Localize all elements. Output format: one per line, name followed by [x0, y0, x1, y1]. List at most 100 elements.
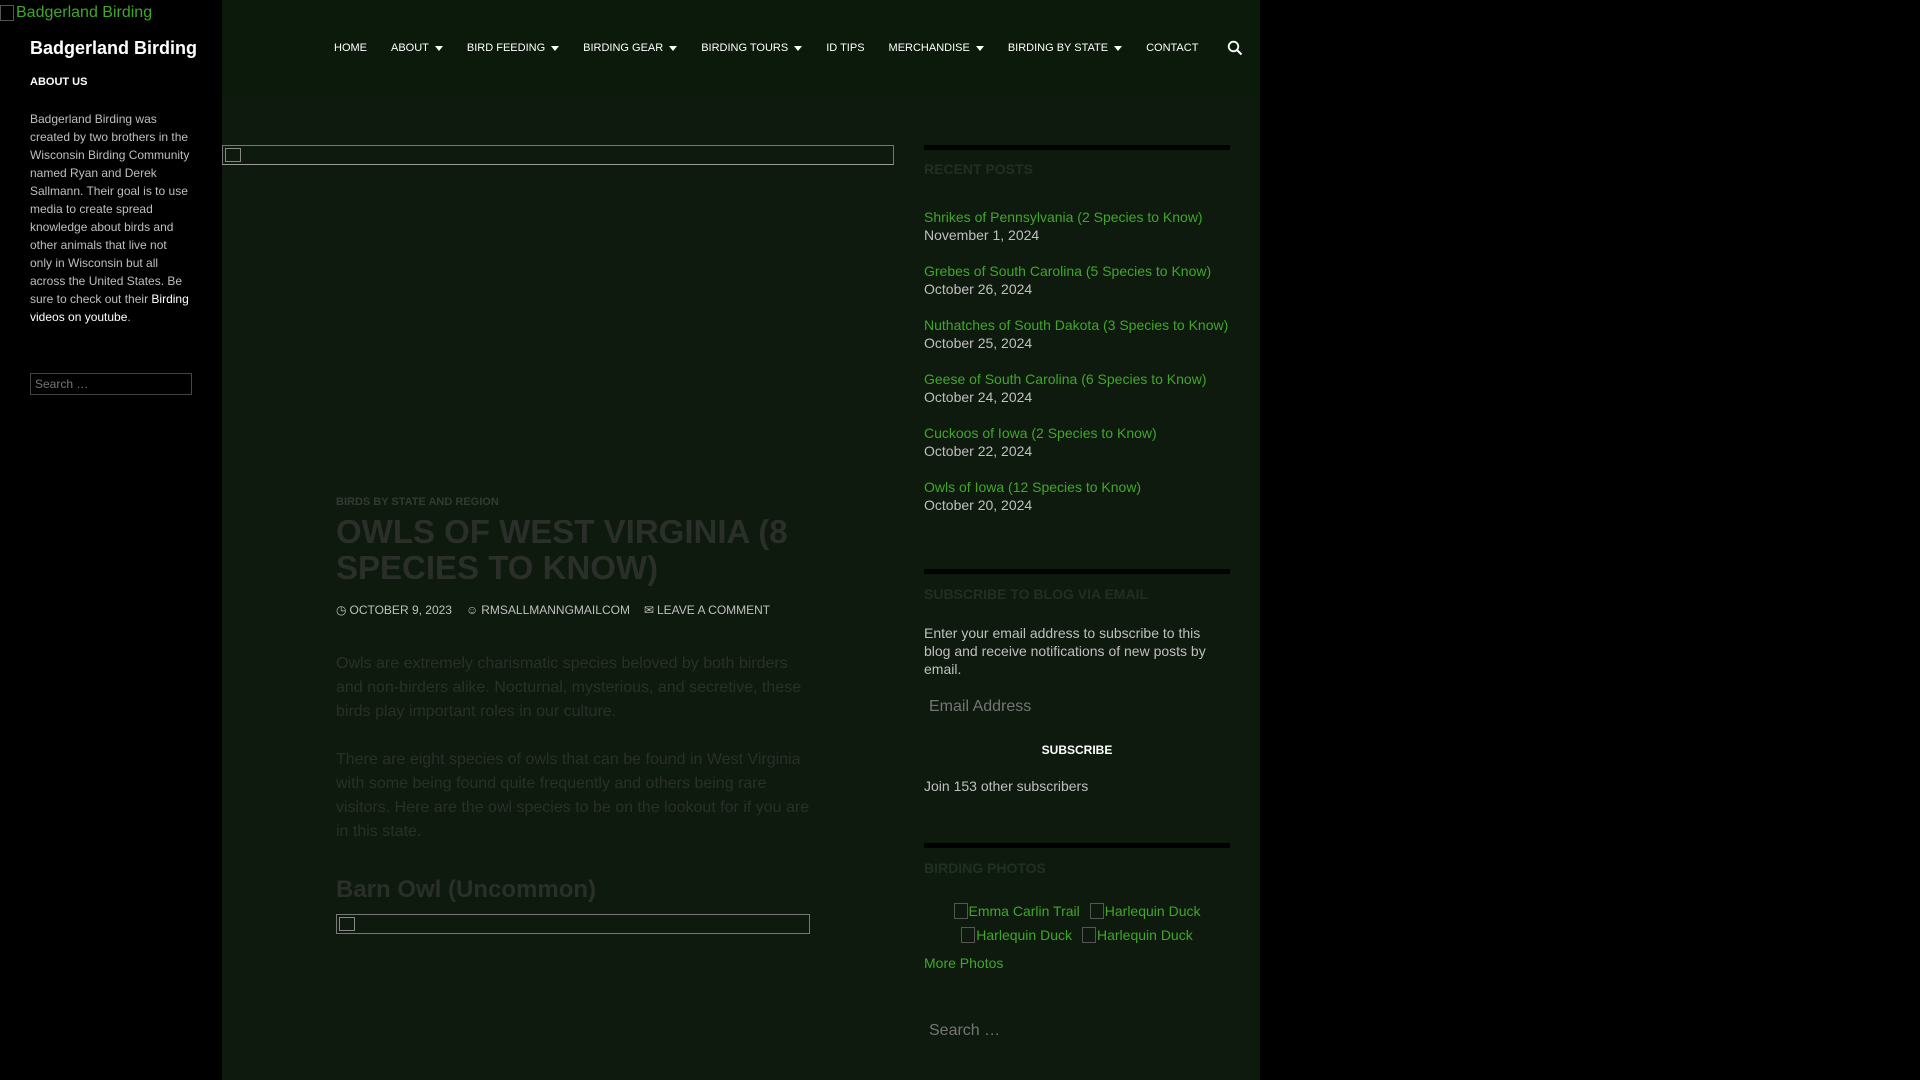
left-sidebar: Badgerland Birding Badgerland Birding AB…	[0, 0, 222, 1080]
broken-image-icon	[0, 5, 14, 21]
nav-item-contact[interactable]: CONTACT	[1146, 42, 1198, 54]
site-title[interactable]: Badgerland Birding	[30, 38, 197, 59]
photo-alt: Harlequin Duck	[1097, 927, 1193, 943]
list-item: Nuthatches of South Dakota (3 Species to…	[924, 316, 1244, 352]
photo-thumbnail[interactable]: Emma Carlin Trail	[953, 903, 1080, 919]
photo-gallery: Emma Carlin Trail Harlequin Duck Harlequ…	[924, 903, 1230, 951]
photo-thumbnail[interactable]: Harlequin Duck	[1082, 927, 1193, 943]
about-text: Badgerland Birding was created by two br…	[30, 110, 190, 326]
recent-posts-heading: RECENT POSTS	[924, 161, 1033, 177]
nav-label: HOME	[334, 42, 367, 54]
nav-label: BIRDING BY STATE	[1007, 42, 1109, 54]
recent-post-link[interactable]: Owls of Iowa (12 Species to Know)	[924, 478, 1244, 496]
top-navigation: HOME ABOUT BIRD FEEDING BIRDING GEAR BIR…	[222, 0, 1260, 98]
recent-post-date: October 22, 2024	[924, 443, 1033, 459]
section-heading: Barn Owl (Uncommon)	[336, 876, 597, 903]
left-search-input[interactable]	[30, 373, 192, 395]
nav-item-merchandise[interactable]: MERCHANDISE	[889, 42, 984, 54]
featured-image	[222, 145, 894, 165]
subscribe-heading: SUBSCRIBE TO BLOG VIA EMAIL	[924, 586, 1149, 602]
post-author-text: RMSALLMANNGMAILCOM	[481, 603, 630, 617]
nav-label: BIRDING GEAR	[583, 42, 664, 54]
broken-image-icon	[339, 917, 355, 931]
list-item: Cuckoos of Iowa (2 Species to Know) Octo…	[924, 424, 1244, 460]
photo-alt: Emma Carlin Trail	[968, 903, 1080, 919]
nav-label: MERCHANDISE	[888, 42, 970, 54]
list-item: Owls of Iowa (12 Species to Know) Octobe…	[924, 478, 1244, 514]
about-heading: ABOUT US	[30, 76, 88, 88]
subscribe-button[interactable]: SUBSCRIBE	[924, 738, 1230, 762]
widget-divider	[924, 145, 1230, 150]
nav-item-birding-tours[interactable]: BIRDING TOURS	[701, 42, 803, 54]
photo-alt: Harlequin Duck	[1104, 903, 1201, 919]
post-author[interactable]: ☺ RMSALLMANNGMAILCOM	[466, 603, 630, 617]
list-item: Grebes of South Carolina (5 Species to K…	[924, 262, 1244, 298]
post-category-link[interactable]: BIRDS BY STATE AND REGION	[336, 496, 499, 508]
widget-divider	[924, 569, 1230, 574]
primary-menu: HOME ABOUT BIRD FEEDING BIRDING GEAR BIR…	[334, 42, 1222, 54]
nav-item-birding-by-state[interactable]: BIRDING BY STATE	[1007, 42, 1123, 54]
photo-row: Emma Carlin Trail Harlequin Duck	[924, 903, 1230, 919]
user-icon: ☺	[465, 603, 479, 617]
photo-thumbnail[interactable]: Harlequin Duck	[1089, 903, 1201, 919]
post-title: OWLS OF WEST VIRGINIA (8 SPECIES TO KNOW…	[336, 513, 788, 586]
widget-divider	[924, 843, 1230, 848]
clock-icon: ◷	[336, 603, 347, 617]
chevron-down-icon	[434, 45, 443, 51]
about-trailing: .	[127, 310, 131, 324]
barn-owl-image	[336, 914, 810, 934]
nav-label: ID TIPS	[826, 42, 865, 54]
photo-alt: Harlequin Duck	[976, 927, 1072, 943]
post-meta: ◷ OCTOBER 9, 2023 ☺ RMSALLMANNGMAILCOM ✉ LE…	[336, 603, 784, 617]
subscriber-count: Join 153 other subscribers	[924, 778, 1089, 794]
nav-label: ABOUT	[391, 42, 429, 54]
recent-post-link[interactable]: Grebes of South Carolina (5 Species to K…	[924, 262, 1244, 280]
email-field[interactable]	[924, 692, 1230, 722]
broken-image-icon	[953, 903, 968, 919]
nav-label: BIRDING TOURS	[701, 42, 789, 54]
broken-image-icon	[961, 927, 976, 943]
broken-image-icon	[1082, 927, 1096, 943]
broken-image-icon	[1089, 903, 1104, 919]
chevron-down-icon	[551, 45, 560, 51]
nav-item-about[interactable]: ABOUT	[391, 42, 443, 54]
broken-image-icon	[225, 148, 241, 162]
chevron-down-icon	[794, 45, 803, 51]
site-logo[interactable]: Badgerland Birding	[0, 4, 152, 22]
search-icon[interactable]	[1227, 40, 1243, 56]
logo-alt-text: Badgerland Birding	[16, 4, 153, 21]
recent-post-link[interactable]: Shrikes of Pennsylvania (2 Species to Kn…	[924, 208, 1244, 226]
post-paragraph: There are eight species of owls that can…	[336, 751, 810, 840]
photos-heading: BIRDING PHOTOS	[924, 860, 1046, 876]
recent-posts-list: Shrikes of Pennsylvania (2 Species to Kn…	[924, 208, 1244, 532]
nav-item-bird-feeding[interactable]: BIRD FEEDING	[466, 42, 560, 54]
chevron-down-icon	[1114, 45, 1123, 51]
comment-text: LEAVE A COMMENT	[657, 603, 771, 617]
recent-post-link[interactable]: Nuthatches of South Dakota (3 Species to…	[924, 316, 1244, 334]
nav-label: CONTACT	[1146, 42, 1199, 54]
recent-post-date: October 20, 2024	[924, 497, 1033, 513]
more-photos-link[interactable]: More Photos	[924, 955, 1003, 971]
leave-comment-link[interactable]: ✉ LEAVE A COMMENT	[644, 603, 770, 617]
recent-post-link[interactable]: Geese of South Carolina (6 Species to Kn…	[924, 370, 1244, 388]
post-paragraph: Owls are extremely charismatic species b…	[336, 655, 802, 720]
subscribe-text: Enter your email address to subscribe to…	[924, 625, 1206, 677]
recent-post-date: October 25, 2024	[924, 335, 1033, 351]
recent-post-date: October 24, 2024	[924, 389, 1033, 405]
chevron-down-icon	[975, 45, 984, 51]
comment-icon: ✉	[643, 603, 654, 617]
post-date-text: OCTOBER 9, 2023	[349, 603, 452, 617]
post-date[interactable]: ◷ OCTOBER 9, 2023	[336, 603, 452, 617]
photo-thumbnail[interactable]: Harlequin Duck	[961, 927, 1072, 943]
nav-item-id-tips[interactable]: ID TIPS	[826, 42, 864, 54]
recent-post-date: October 26, 2024	[924, 281, 1033, 297]
nav-label: BIRD FEEDING	[466, 42, 546, 54]
about-body: Badgerland Birding was created by two br…	[30, 112, 190, 306]
list-item: Shrikes of Pennsylvania (2 Species to Kn…	[924, 208, 1244, 244]
nav-item-home[interactable]: HOME	[334, 42, 367, 54]
nav-item-birding-gear[interactable]: BIRDING GEAR	[583, 42, 678, 54]
chevron-down-icon	[669, 45, 678, 51]
recent-post-date: November 1, 2024	[924, 227, 1040, 243]
recent-post-link[interactable]: Cuckoos of Iowa (2 Species to Know)	[924, 424, 1244, 442]
search-input[interactable]	[924, 1015, 1230, 1047]
